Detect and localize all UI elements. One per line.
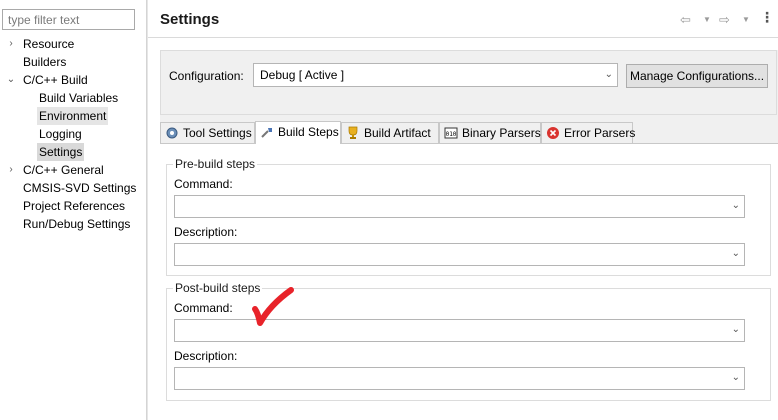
settings-page: Settings ⇦ ▼ ⇨ ▼ ⋮ Configuration: Debug … <box>148 0 778 420</box>
filter-input[interactable] <box>2 9 135 30</box>
chevron-down-icon[interactable]: ⌄ <box>732 372 740 383</box>
tree-item-resource[interactable]: › Resource <box>0 35 146 53</box>
chevron-down-icon[interactable]: ▼ <box>742 12 750 28</box>
trophy-icon <box>348 126 358 139</box>
tree-item-label: Environment <box>37 107 109 125</box>
configuration-select[interactable]: Debug [ Active ] ⌄ <box>253 63 618 87</box>
tree-item-project-references[interactable]: Project References <box>0 197 146 215</box>
tree-item-environment[interactable]: Environment <box>0 107 146 125</box>
post-build-command-label: Command: <box>174 301 233 315</box>
error-icon <box>547 127 559 139</box>
chevron-right-icon[interactable]: › <box>6 161 16 179</box>
tab-build-artifact[interactable]: Build Artifact <box>341 122 439 143</box>
svg-text:010: 010 <box>446 131 457 138</box>
content-area: Configuration: Debug [ Active ] ⌄ Manage… <box>160 50 778 420</box>
chevron-down-icon: ⌄ <box>604 69 613 80</box>
tree-item-label: C/C++ Build <box>23 73 88 87</box>
tab-error-parsers[interactable]: Error Parsers <box>541 122 636 143</box>
pre-build-description-combo[interactable]: ⌄ <box>174 243 745 266</box>
property-tree-panel: › Resource Builders ⌄ C/C++ Build Build … <box>0 0 146 420</box>
build-steps-icon <box>261 128 272 138</box>
page-title: Settings <box>160 11 220 28</box>
pre-build-title: Pre-build steps <box>173 157 258 171</box>
configuration-box: Configuration: Debug [ Active ] ⌄ Manage… <box>160 50 777 115</box>
binary-icon: 010 <box>444 127 458 139</box>
configuration-label: Configuration: <box>169 69 244 83</box>
view-menu-icon[interactable]: ⋮ <box>760 9 774 25</box>
tree-item-label: Resource <box>23 37 75 51</box>
tree-item-builders[interactable]: Builders <box>0 53 146 71</box>
tree-item-label: Run/Debug Settings <box>23 217 131 231</box>
tree-item-logging[interactable]: Logging <box>0 125 146 143</box>
tree-item-cmsis-svd-settings[interactable]: CMSIS-SVD Settings <box>0 179 146 197</box>
chevron-down-icon[interactable]: ⌄ <box>732 248 740 259</box>
chevron-down-icon[interactable]: ▼ <box>703 12 711 28</box>
chevron-down-icon[interactable]: ⌄ <box>732 200 740 211</box>
pre-build-command-label: Command: <box>174 177 233 191</box>
tree-item-label: Builders <box>23 55 67 69</box>
tree-item-cpp-build[interactable]: ⌄ C/C++ Build <box>0 71 146 89</box>
chevron-down-icon[interactable]: ⌄ <box>6 71 16 89</box>
tree-item-label: Logging <box>39 127 82 141</box>
tree-item-run-debug-settings[interactable]: Run/Debug Settings <box>0 215 146 233</box>
chevron-right-icon[interactable]: › <box>6 35 16 53</box>
tab-bar: Tool Settings Build Steps Build Artifact <box>160 121 778 144</box>
tree-item-label: C/C++ General <box>23 163 104 177</box>
arrow-left-icon[interactable]: ⇦ <box>680 12 691 28</box>
tab-binary-parsers[interactable]: 010 Binary Parsers <box>439 122 541 143</box>
tree-item-label: Build Variables <box>39 91 119 105</box>
tab-label: Binary Parsers <box>462 126 541 140</box>
tab-tool-settings[interactable]: Tool Settings <box>160 122 255 143</box>
tab-build-steps[interactable]: Build Steps <box>255 121 341 144</box>
tree-item-label: Settings <box>37 143 85 161</box>
chevron-down-icon[interactable]: ⌄ <box>732 324 740 335</box>
pre-build-description-label: Description: <box>174 225 238 239</box>
tab-label: Build Artifact <box>364 126 431 140</box>
post-build-description-combo[interactable]: ⌄ <box>174 367 745 390</box>
build-steps-panel: Pre-build steps Command: ⌄ Description: … <box>160 143 778 420</box>
property-tree: › Resource Builders ⌄ C/C++ Build Build … <box>0 35 146 233</box>
tree-item-build-variables[interactable]: Build Variables <box>0 89 146 107</box>
pre-build-group: Pre-build steps Command: ⌄ Description: … <box>166 157 771 276</box>
tree-item-label: Project References <box>23 199 126 213</box>
tab-label: Error Parsers <box>564 126 636 140</box>
configuration-value: Debug [ Active ] <box>260 68 345 82</box>
tab-label: Tool Settings <box>183 126 252 140</box>
page-header: Settings ⇦ ▼ ⇨ ▼ ⋮ <box>148 0 778 38</box>
tree-item-label: CMSIS-SVD Settings <box>23 181 137 195</box>
pre-build-command-combo[interactable]: ⌄ <box>174 195 745 218</box>
tool-settings-icon <box>166 127 178 139</box>
tab-label: Build Steps <box>278 125 339 139</box>
checkmark-icon <box>252 287 294 326</box>
tree-item-cpp-general[interactable]: › C/C++ General <box>0 161 146 179</box>
manage-configurations-button[interactable]: Manage Configurations... <box>626 64 768 88</box>
tree-item-settings[interactable]: Settings <box>0 143 146 161</box>
post-build-description-label: Description: <box>174 349 238 363</box>
arrow-right-icon[interactable]: ⇨ <box>719 12 730 28</box>
